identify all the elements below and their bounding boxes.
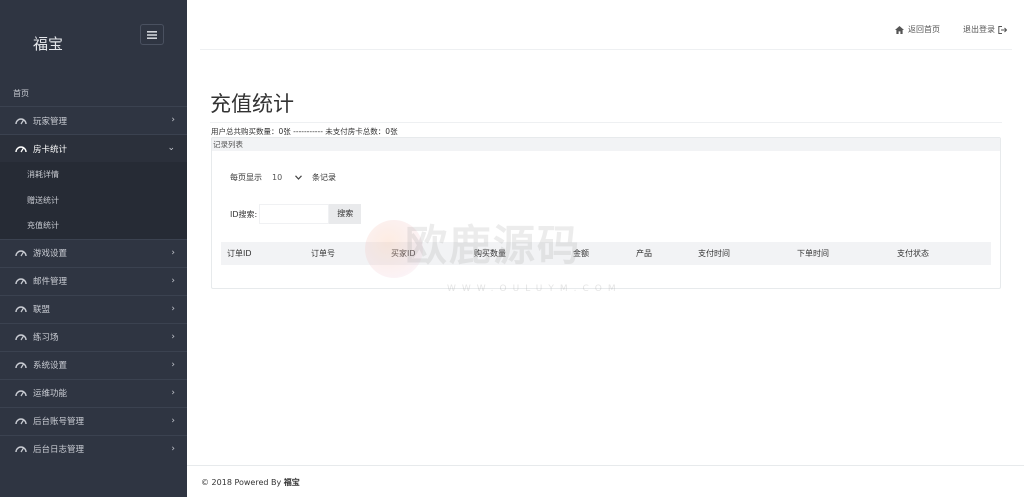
sidebar-subitem-consumption[interactable]: 消耗详情	[0, 162, 187, 188]
dashboard-icon	[15, 362, 27, 369]
sidebar-item-ops[interactable]: 运维功能 ›	[0, 378, 187, 407]
dashboard-icon	[15, 145, 27, 152]
sidebar-subitem-gift-stats[interactable]: 赠送统计	[0, 187, 187, 213]
sidebar-item-home[interactable]: 首页	[0, 82, 187, 106]
column-header[interactable]: 金额	[573, 242, 589, 265]
sidebar-item-label: 游戏设置	[33, 249, 68, 259]
sidebar-item-label: 练习场	[33, 333, 59, 343]
hamburger-icon	[147, 30, 157, 39]
column-header[interactable]: 下单时间	[797, 242, 829, 265]
sidebar-item-system-settings[interactable]: 系统设置 ›	[0, 350, 187, 379]
sidebar-item-label: 联盟	[33, 305, 51, 315]
sidebar-item-room-cards[interactable]: 房卡统计 ⌄	[0, 134, 187, 162]
chevron-down-icon	[295, 175, 302, 180]
back-home-label: 返回首页	[908, 25, 940, 34]
menu-toggle-button[interactable]	[140, 24, 164, 45]
home-icon	[895, 25, 904, 34]
column-header[interactable]: 支付时间	[698, 242, 730, 265]
sidebar-item-label: 后台账号管理	[33, 417, 85, 427]
page-title: 充值统计	[210, 92, 294, 116]
sidebar-item-label: 后台日志管理	[33, 445, 85, 455]
brand-title: 福宝	[33, 35, 64, 53]
chevron-right-icon: ›	[171, 115, 175, 125]
sidebar-item-label: 玩家管理	[33, 116, 68, 127]
search-button[interactable]: 搜索	[329, 204, 362, 224]
chevron-right-icon: ›	[171, 359, 175, 370]
records-card: 记录列表 每页显示 10 条记录 ID搜索: 搜索 订单ID 订单号 买家ID …	[211, 137, 1001, 289]
sidebar-item-admin-accounts[interactable]: 后台账号管理 ›	[0, 406, 187, 435]
dashboard-icon	[15, 334, 27, 341]
chevron-right-icon: ›	[171, 247, 175, 258]
sidebar-item-game-settings[interactable]: 游戏设置 ›	[0, 238, 187, 267]
dashboard-icon	[15, 418, 27, 425]
back-home-link[interactable]: 返回首页	[895, 24, 940, 35]
page-length-suffix: 条记录	[312, 173, 336, 182]
sidebar-item-admin-logs[interactable]: 后台日志管理 ›	[0, 434, 187, 463]
search-input[interactable]	[259, 204, 330, 224]
brand: 福宝	[0, 0, 187, 82]
chevron-right-icon: ›	[171, 415, 175, 426]
table-header: 订单ID 订单号 买家ID 购买数量 金额 产品 支付时间 下单时间 支付状态	[221, 242, 991, 265]
page-length-select[interactable]: 10	[269, 170, 305, 185]
dashboard-icon	[15, 117, 27, 124]
column-header[interactable]: 产品	[636, 242, 652, 265]
main-panel: 充值统计 用户总共购买数量：0张 ----------- 未支付房卡总数：0张 …	[200, 66, 1012, 290]
chevron-right-icon: ›	[171, 387, 175, 398]
sidebar-item-alliance[interactable]: 联盟 ›	[0, 294, 187, 323]
footer: © 2018 Powered By 福宝	[187, 465, 1024, 497]
chevron-right-icon: ›	[171, 443, 175, 454]
search-label: ID搜索:	[230, 209, 258, 219]
title-divider	[210, 122, 1002, 123]
footer-brand: 福宝	[283, 478, 300, 487]
purchase-summary: 用户总共购买数量：0张 ----------- 未支付房卡总数：0张	[211, 127, 398, 136]
chevron-down-icon: ⌄	[167, 143, 175, 153]
column-header[interactable]: 买家ID	[391, 242, 416, 265]
dashboard-icon	[15, 278, 27, 285]
search-bar: ID搜索: 搜索	[230, 204, 362, 224]
sidebar-item-label: 运维功能	[33, 389, 68, 399]
sidebar-item-label: 邮件管理	[33, 277, 68, 287]
sidebar-item-practice[interactable]: 练习场 ›	[0, 322, 187, 351]
dashboard-icon	[15, 250, 27, 257]
chevron-right-icon: ›	[171, 303, 175, 314]
column-header[interactable]: 购买数量	[474, 242, 506, 265]
top-bar: 返回首页 退出登录	[200, 0, 1012, 50]
chevron-right-icon: ›	[171, 275, 175, 286]
column-header[interactable]: 订单号	[311, 242, 335, 265]
sidebar-item-players[interactable]: 玩家管理 ›	[0, 106, 187, 134]
column-header[interactable]: 订单ID	[227, 242, 252, 265]
sidebar-item-mail[interactable]: 邮件管理 ›	[0, 266, 187, 295]
page-length-prefix: 每页显示	[230, 173, 262, 182]
page-length-control: 每页显示 10 条记录	[230, 170, 336, 185]
logout-link[interactable]: 退出登录	[963, 24, 1007, 35]
sidebar-subitem-recharge-stats[interactable]: 充值统计	[0, 213, 187, 239]
chevron-right-icon: ›	[171, 331, 175, 342]
sign-out-icon	[998, 25, 1007, 34]
dashboard-icon	[15, 306, 27, 313]
dashboard-icon	[15, 390, 27, 397]
sidebar: 福宝 首页 玩家管理 › 房卡统计 ⌄ 消耗详情 赠送统计 充值统计 游戏设置 …	[0, 0, 187, 497]
column-header[interactable]: 支付状态	[897, 242, 929, 265]
dashboard-icon	[15, 446, 27, 453]
sidebar-item-label: 房卡统计	[33, 144, 68, 155]
footer-text: © 2018 Powered By 福宝	[201, 477, 300, 488]
page-length-value: 10	[272, 173, 283, 182]
sidebar-item-label: 系统设置	[33, 361, 68, 371]
footer-prefix: © 2018 Powered By	[201, 478, 282, 487]
card-title: 记录列表	[212, 138, 1000, 151]
logout-label: 退出登录	[963, 25, 995, 34]
